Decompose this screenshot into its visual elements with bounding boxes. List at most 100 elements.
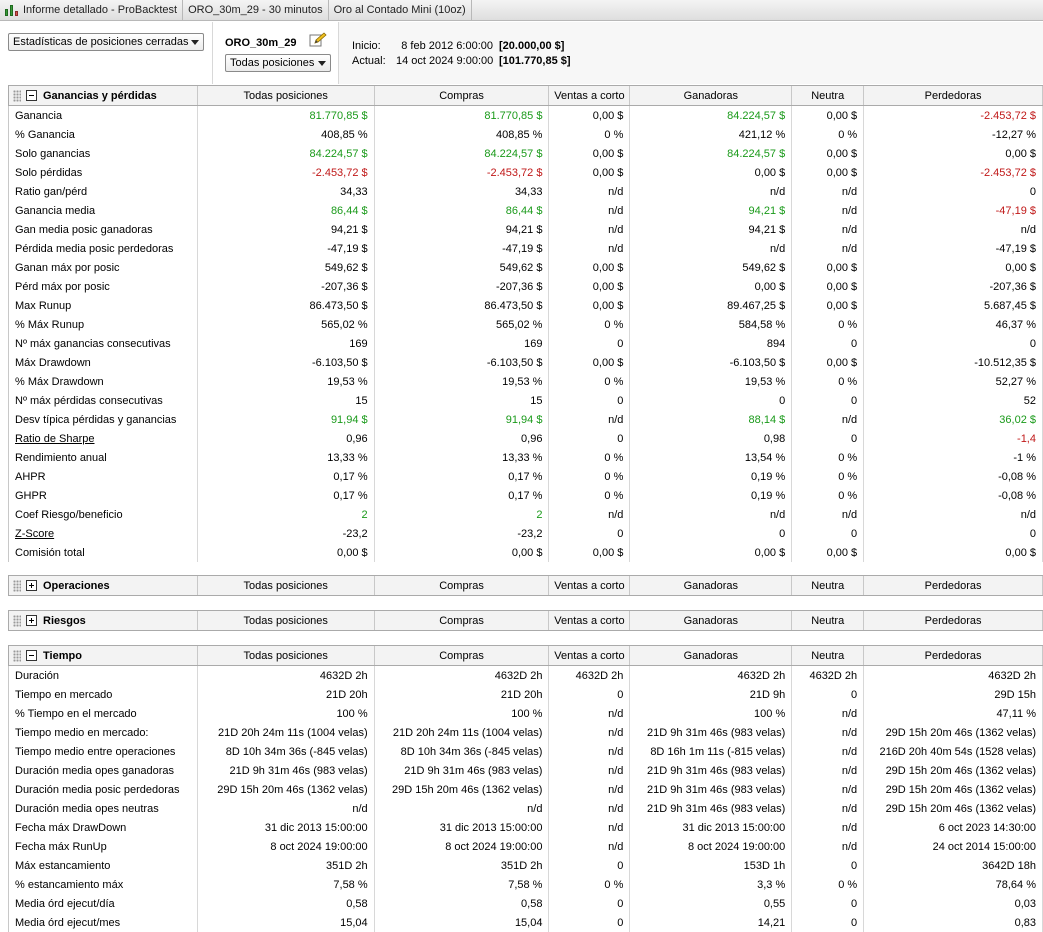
value-cell: 0,00 $ [549, 277, 631, 296]
value-cell: 0,00 $ [630, 163, 793, 182]
row-label: Nº máx pérdidas consecutivas [9, 391, 198, 410]
table-row: Media órd ejecut/mes 15,04 15,04 0 14,21 0 0,8… [9, 913, 1043, 932]
value-cell: 0,00 $ [549, 144, 631, 163]
value-cell: n/d [549, 201, 631, 220]
section-0: Ganancias y pérdidas Todas posiciones Comp… [8, 85, 1043, 562]
column-header[interactable]: Perdedoras [864, 646, 1043, 665]
column-header[interactable]: Ventas a corto [549, 611, 631, 630]
value-cell: 0 % [549, 448, 631, 467]
section-title: Ganancias y pérdidas [43, 89, 157, 102]
value-cell: 408,85 % [198, 125, 375, 144]
row-label: Nº máx ganancias consecutivas [9, 334, 198, 353]
section-1: Operaciones Todas posiciones Compras Ventas… [8, 575, 1043, 596]
value-cell: n/d [549, 704, 631, 723]
column-header[interactable]: Perdedoras [864, 86, 1043, 105]
edit-icon[interactable] [309, 32, 327, 48]
value-cell: 4632D 2h [864, 666, 1043, 685]
table-row: Ganancia 81.770,85 $81.770,85 $0,00 $84.2… [9, 106, 1043, 125]
stats-type-select[interactable]: Estadísticas de posiciones cerradas [8, 33, 204, 51]
row-label-text: % Máx Runup [15, 318, 85, 331]
value-cell: 351D 2h [198, 856, 375, 875]
value-cell: n/d [792, 761, 865, 780]
column-header[interactable]: Compras [375, 86, 550, 105]
value-cell: -2.453,72 $ [198, 163, 375, 182]
expand-icon[interactable] [26, 615, 37, 626]
column-header[interactable]: Ventas a corto [549, 576, 631, 595]
column-header[interactable]: Neutra [792, 86, 865, 105]
value-cell: -47,19 $ [864, 239, 1043, 258]
value-cell: 0 [792, 913, 865, 932]
value-cell: 29D 15h 20m 46s (1362 velas) [864, 799, 1043, 818]
value-cell: 13,54 % [630, 448, 793, 467]
value-cell: 52 [864, 391, 1043, 410]
value-cell: 0,58 [198, 894, 375, 913]
column-header[interactable]: Compras [375, 646, 550, 665]
row-label[interactable]: Ratio de Sharpe [9, 429, 198, 448]
section-title-cell: Operaciones [9, 576, 198, 595]
value-cell: 894 [630, 334, 793, 353]
column-header[interactable]: Ganadoras [630, 646, 793, 665]
row-label: AHPR [9, 467, 198, 486]
drag-handle-icon[interactable] [13, 579, 21, 592]
column-header[interactable]: Ganadoras [630, 576, 793, 595]
value-cell: 91,94 $ [375, 410, 550, 429]
value-cell: 0 [792, 685, 865, 704]
value-cell: n/d [549, 723, 631, 742]
table-row: Desv típica pérdidas y ganancias 91,94 $9… [9, 410, 1043, 429]
column-header[interactable]: Ganadoras [630, 611, 793, 630]
collapse-icon[interactable] [26, 90, 37, 101]
row-label: Comisión total [9, 543, 198, 562]
value-cell: 21D 9h 31m 46s (983 velas) [630, 761, 793, 780]
value-cell: n/d [198, 799, 375, 818]
value-cell: 0,00 $ [792, 144, 865, 163]
row-label[interactable]: Z-Score [9, 524, 198, 543]
row-label: Tiempo medio entre operaciones [9, 742, 198, 761]
positions-select[interactable]: Todas posiciones [225, 54, 331, 72]
table-row: Rendimiento anual 13,33 % 13,33 % 0 % 13,54 … [9, 448, 1043, 467]
column-header[interactable]: Neutra [792, 646, 865, 665]
column-header[interactable]: Perdedoras [864, 576, 1043, 595]
column-header[interactable]: Compras [375, 576, 550, 595]
expand-icon[interactable] [26, 580, 37, 591]
section-header: Tiempo Todas posiciones Compras Ventas a co… [8, 645, 1043, 666]
column-header[interactable]: Todas posiciones [198, 646, 375, 665]
drag-handle-icon[interactable] [13, 649, 21, 662]
collapse-icon[interactable] [26, 650, 37, 661]
value-cell: 86.473,50 $ [198, 296, 375, 315]
table-row: Tiempo medio entre operaciones 8D 10h 34m… [9, 742, 1043, 761]
value-cell: 4632D 2h [630, 666, 793, 685]
column-header[interactable]: Neutra [792, 576, 865, 595]
column-header[interactable]: Todas posiciones [198, 86, 375, 105]
tab-instrument[interactable]: Oro al Contado Mini (10oz) [329, 0, 472, 21]
row-label: Tiempo medio en mercado: [9, 723, 198, 742]
value-cell: 0,00 $ [792, 163, 865, 182]
drag-handle-icon[interactable] [13, 614, 21, 627]
column-header[interactable]: Ventas a corto [549, 646, 631, 665]
column-header[interactable]: Ganadoras [630, 86, 793, 105]
value-cell: n/d [549, 761, 631, 780]
value-cell: 2 [375, 505, 550, 524]
section-3: Tiempo Todas posiciones Compras Ventas a co… [8, 645, 1043, 932]
table-row: Duración media posic perdedoras 29D 15h 2… [9, 780, 1043, 799]
value-cell: 0,00 $ [792, 296, 865, 315]
row-label-text: Tiempo medio entre operaciones [15, 745, 176, 758]
value-cell: 21D 9h 31m 46s (983 velas) [630, 780, 793, 799]
tab-detailed-report[interactable]: Informe detallado - ProBacktest [0, 0, 184, 21]
tab-label: ORO_30m_29 - 30 minutos [188, 4, 323, 16]
value-cell: -207,36 $ [198, 277, 375, 296]
row-label-text: Max Runup [15, 299, 72, 312]
row-label: Max Runup [9, 296, 198, 315]
table-row: Ganancia media 86,44 $86,44 $ n/d 94,21 $ n/… [9, 201, 1043, 220]
drag-handle-icon[interactable] [13, 89, 21, 102]
column-header[interactable]: Neutra [792, 611, 865, 630]
column-header[interactable]: Ventas a corto [549, 86, 631, 105]
column-header[interactable]: Compras [375, 611, 550, 630]
value-cell: 15,04 [198, 913, 375, 932]
column-header[interactable]: Todas posiciones [198, 576, 375, 595]
value-cell: 0,00 $ [630, 277, 793, 296]
value-cell: 8 oct 2024 19:00:00 [198, 837, 375, 856]
tab-system[interactable]: ORO_30m_29 - 30 minutos [183, 0, 329, 21]
column-header[interactable]: Todas posiciones [198, 611, 375, 630]
row-label: % Máx Runup [9, 315, 198, 334]
column-header[interactable]: Perdedoras [864, 611, 1043, 630]
